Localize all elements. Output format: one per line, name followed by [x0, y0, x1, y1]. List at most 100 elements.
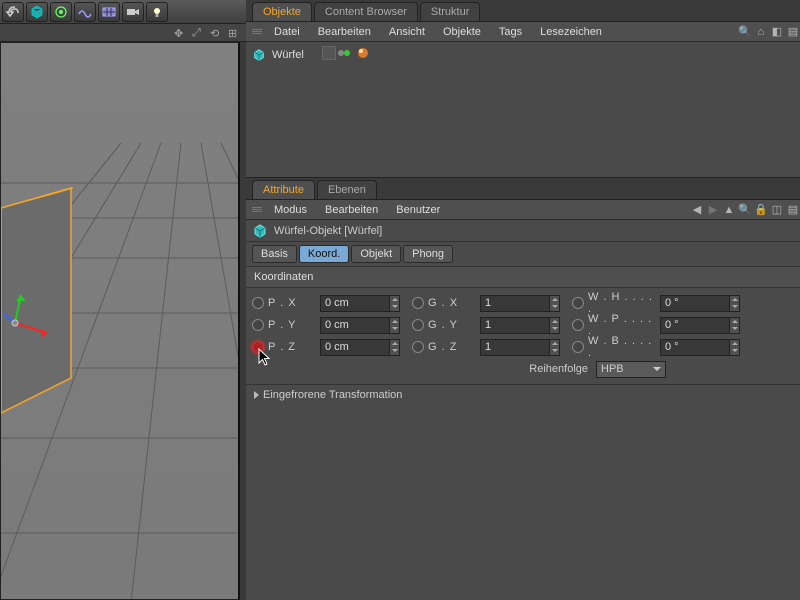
- visibility-render-dot[interactable]: [344, 50, 350, 56]
- rotate-icon[interactable]: ⟲: [210, 27, 222, 39]
- viewport-panel: ✥ ⤢ ⟲ ⊞: [0, 0, 246, 600]
- back-icon[interactable]: ◀: [690, 203, 704, 217]
- anim-radio-wb[interactable]: [572, 341, 584, 353]
- phong-tag-icon[interactable]: [356, 46, 370, 60]
- label-gy: G . Y: [428, 319, 480, 331]
- anim-radio-wp[interactable]: [572, 319, 584, 331]
- new-window-icon[interactable]: ◫: [770, 203, 784, 217]
- cube-icon: [252, 48, 266, 62]
- attr-object-title-row: Würfel-Objekt [Würfel]: [246, 220, 800, 242]
- attr-object-title: Würfel-Objekt [Würfel]: [274, 225, 382, 237]
- tab-objekte[interactable]: Objekte: [252, 2, 312, 21]
- frozen-label: Eingefrorene Transformation: [263, 389, 402, 401]
- attribute-manager-tabs: Attribute Ebenen: [246, 178, 800, 200]
- menu-lesezeichen[interactable]: Lesezeichen: [532, 23, 610, 41]
- up-icon[interactable]: ▲: [722, 203, 736, 217]
- menu-ansicht[interactable]: Ansicht: [381, 23, 433, 41]
- menu-bearbeiten[interactable]: Bearbeiten: [310, 23, 379, 41]
- cube-primitive-button[interactable]: [26, 2, 48, 22]
- search-attr-icon[interactable]: 🔍: [738, 203, 752, 217]
- label-reihenfolge: Reihenfolge: [529, 363, 588, 375]
- menu-bearbeiten-attr[interactable]: Bearbeiten: [317, 201, 386, 219]
- spinner-gy[interactable]: [550, 317, 560, 334]
- anim-radio-py[interactable]: [252, 319, 264, 331]
- label-gx: G . X: [428, 297, 480, 309]
- spinner-pz[interactable]: [390, 339, 400, 356]
- cube-icon: [252, 223, 268, 239]
- tab-ebenen[interactable]: Ebenen: [317, 180, 377, 199]
- menu-benutzer[interactable]: Benutzer: [388, 201, 448, 219]
- spinner-wp[interactable]: [730, 317, 740, 334]
- camera-button[interactable]: [122, 2, 144, 22]
- home-icon[interactable]: ⌂: [754, 25, 768, 39]
- input-px[interactable]: [320, 295, 390, 312]
- spinner-wh[interactable]: [730, 295, 740, 312]
- main-toolbar: [0, 0, 246, 24]
- subtab-objekt[interactable]: Objekt: [351, 245, 401, 263]
- menu-tags[interactable]: Tags: [491, 23, 530, 41]
- generator-button[interactable]: [74, 2, 96, 22]
- light-button[interactable]: [146, 2, 168, 22]
- anim-radio-gy[interactable]: [412, 319, 424, 331]
- label-wb: W . B . . . . .: [588, 335, 660, 359]
- undo-button[interactable]: [2, 2, 24, 22]
- anim-radio-px[interactable]: [252, 297, 264, 309]
- input-pz[interactable]: [320, 339, 390, 356]
- deformer-button[interactable]: [98, 2, 120, 22]
- 3d-viewport[interactable]: [0, 42, 240, 600]
- spinner-gx[interactable]: [550, 295, 560, 312]
- anim-radio-wh[interactable]: [572, 297, 584, 309]
- frozen-transformation-toggle[interactable]: Eingefrorene Transformation: [246, 384, 800, 404]
- spinner-px[interactable]: [390, 295, 400, 312]
- maximize-icon[interactable]: ⊞: [228, 27, 240, 39]
- spline-button[interactable]: [50, 2, 72, 22]
- grip-icon[interactable]: [250, 29, 264, 34]
- input-gx[interactable]: [480, 295, 550, 312]
- label-pz: P . Z: [268, 341, 320, 353]
- tab-struktur[interactable]: Struktur: [420, 2, 481, 21]
- object-manager-body[interactable]: Würfel: [246, 42, 800, 178]
- section-header-koordinaten: Koordinaten: [246, 267, 800, 288]
- input-wb[interactable]: [660, 339, 730, 356]
- coordinates-grid: P . X G . X W . H . . . . . P . Y G . Y …: [246, 288, 800, 384]
- subtab-basis[interactable]: Basis: [252, 245, 297, 263]
- zoom-icon[interactable]: ⤢: [192, 27, 204, 39]
- expand-icon[interactable]: ▤: [786, 25, 800, 39]
- dropdown-rotation-order[interactable]: HPB: [596, 361, 666, 378]
- anim-radio-gz[interactable]: [412, 341, 424, 353]
- menu-modus[interactable]: Modus: [266, 201, 315, 219]
- input-gz[interactable]: [480, 339, 550, 356]
- layer-tag[interactable]: [322, 46, 336, 60]
- anim-radio-pz[interactable]: [252, 341, 264, 353]
- input-wh[interactable]: [660, 295, 730, 312]
- tab-content-browser[interactable]: Content Browser: [314, 2, 418, 21]
- viewport-icon-bar: ✥ ⤢ ⟲ ⊞: [0, 24, 246, 42]
- subtab-koord[interactable]: Koord.: [299, 245, 349, 263]
- triangle-collapsed-icon: [254, 391, 259, 399]
- subtab-phong[interactable]: Phong: [403, 245, 453, 263]
- search-icon[interactable]: 🔍: [738, 25, 752, 39]
- expand-attr-icon[interactable]: ▤: [786, 203, 800, 217]
- label-wh: W . H . . . . .: [588, 291, 660, 315]
- grip-icon[interactable]: [250, 207, 264, 212]
- label-wp: W . P . . . . .: [588, 313, 660, 337]
- object-name[interactable]: Würfel: [272, 49, 304, 61]
- object-manager-tabs: Objekte Content Browser Struktur: [246, 0, 800, 22]
- input-py[interactable]: [320, 317, 390, 334]
- spinner-wb[interactable]: [730, 339, 740, 356]
- spinner-gz[interactable]: [550, 339, 560, 356]
- input-gy[interactable]: [480, 317, 550, 334]
- menu-datei[interactable]: Datei: [266, 23, 308, 41]
- attr-subtabs: Basis Koord. Objekt Phong: [246, 242, 800, 267]
- tab-attribute[interactable]: Attribute: [252, 180, 315, 199]
- input-wp[interactable]: [660, 317, 730, 334]
- pan-icon[interactable]: ✥: [174, 27, 186, 39]
- lock-icon[interactable]: 🔒: [754, 203, 768, 217]
- eye-icon[interactable]: ◧: [770, 25, 784, 39]
- forward-icon[interactable]: ▶: [706, 203, 720, 217]
- label-px: P . X: [268, 297, 320, 309]
- spinner-py[interactable]: [390, 317, 400, 334]
- menu-objekte[interactable]: Objekte: [435, 23, 489, 41]
- label-gz: G . Z: [428, 341, 480, 353]
- anim-radio-gx[interactable]: [412, 297, 424, 309]
